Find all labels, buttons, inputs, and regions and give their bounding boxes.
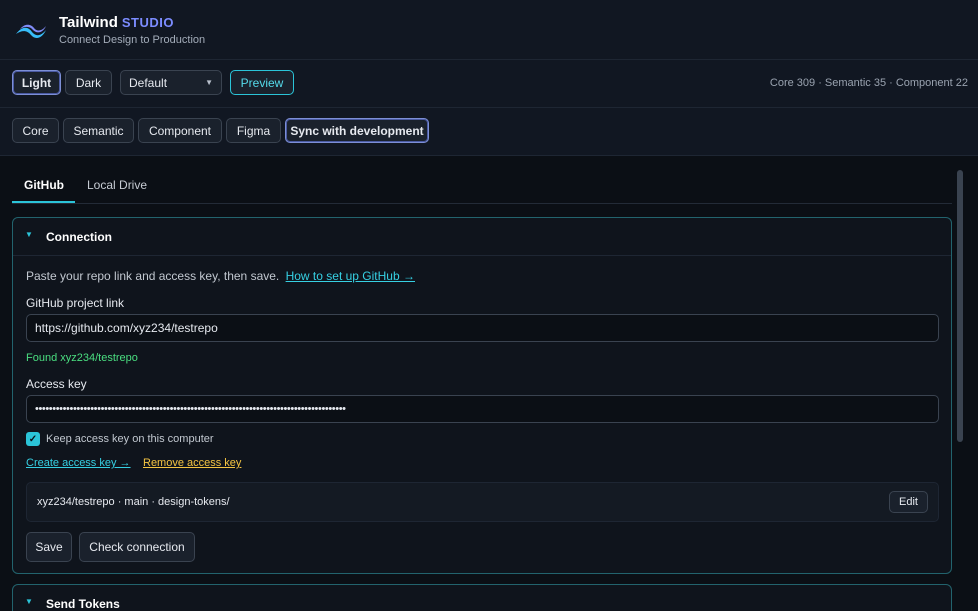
token-counts: Core 309 · Semantic 35 · Component 22 xyxy=(769,77,968,89)
repo-summary-box: xyz234/testrepo · main · design-tokens/ … xyxy=(26,482,939,522)
tab-core[interactable]: Core xyxy=(12,118,59,143)
app-name: Tailwind xyxy=(59,14,118,31)
project-link-value: https://github.com/xyz234/testrepo xyxy=(35,321,218,335)
tab-figma[interactable]: Figma xyxy=(226,118,281,143)
project-link-label: GitHub project link xyxy=(26,296,125,310)
repo-summary: xyz234/testrepo · main · design-tokens/ xyxy=(37,496,230,508)
main-tabs: Core Semantic Component Figma Sync with … xyxy=(0,108,978,156)
edit-button[interactable]: Edit xyxy=(889,491,928,513)
connection-info: Paste your repo link and access key, the… xyxy=(26,269,415,283)
checkmark-icon: ✓ xyxy=(28,433,38,445)
toolbar: Light Dark Default ▼ Preview Core 309 · … xyxy=(0,60,978,108)
access-key-value: ••••••••••••••••••••••••••••••••••••••••… xyxy=(35,403,346,415)
access-key-input[interactable]: ••••••••••••••••••••••••••••••••••••••••… xyxy=(26,395,939,423)
save-button[interactable]: Save xyxy=(26,532,72,562)
caret-down-icon: ▼ xyxy=(25,230,33,239)
check-connection-button[interactable]: Check connection xyxy=(79,532,195,562)
preview-button[interactable]: Preview xyxy=(230,70,294,95)
app-title: Tailwind STUDIO xyxy=(59,14,174,31)
subtab-local-drive[interactable]: Local Drive xyxy=(87,178,147,192)
connection-panel: ▼ Connection Paste your repo link and ac… xyxy=(12,217,952,574)
caret-down-icon: ▼ xyxy=(25,597,33,606)
create-access-key-link[interactable]: Create access key → xyxy=(26,457,131,469)
app-header: Tailwind STUDIO Connect Design to Product… xyxy=(0,0,978,60)
found-repo-status: Found xyz234/testrepo xyxy=(26,352,138,364)
tab-semantic[interactable]: Semantic xyxy=(63,118,134,143)
keep-key-checkbox[interactable]: ✓ xyxy=(26,432,40,446)
connection-title: Connection xyxy=(46,230,112,244)
chevron-down-icon: ▼ xyxy=(205,78,213,87)
send-tokens-title: Send Tokens xyxy=(46,597,120,611)
setup-github-link[interactable]: How to set up GitHub → xyxy=(286,269,415,283)
theme-select[interactable]: Default ▼ xyxy=(120,70,222,95)
light-mode-button[interactable]: Light xyxy=(12,70,61,95)
tab-component[interactable]: Component xyxy=(138,118,222,143)
subtab-divider xyxy=(12,203,952,204)
send-tokens-panel[interactable]: ▼ Send Tokens xyxy=(12,584,952,611)
access-key-label: Access key xyxy=(26,377,87,391)
sync-content: GitHub Local Drive ▼ Connection Paste yo… xyxy=(0,156,978,611)
project-link-input[interactable]: https://github.com/xyz234/testrepo xyxy=(26,314,939,342)
theme-select-value: Default xyxy=(129,75,168,90)
scrollbar[interactable] xyxy=(957,170,963,442)
dark-mode-button[interactable]: Dark xyxy=(65,70,112,95)
tab-sync-with-development[interactable]: Sync with development xyxy=(285,118,429,143)
app-badge: STUDIO xyxy=(121,15,175,30)
remove-access-key-link[interactable]: Remove access key xyxy=(143,457,241,469)
keep-key-label: Keep access key on this computer xyxy=(46,433,214,445)
subtab-github[interactable]: GitHub xyxy=(24,178,64,192)
connection-info-text: Paste your repo link and access key, the… xyxy=(26,269,280,283)
app-tagline: Connect Design to Production xyxy=(59,34,206,46)
tailwind-wave-icon xyxy=(16,24,46,38)
connection-panel-header[interactable]: ▼ Connection xyxy=(13,218,951,256)
